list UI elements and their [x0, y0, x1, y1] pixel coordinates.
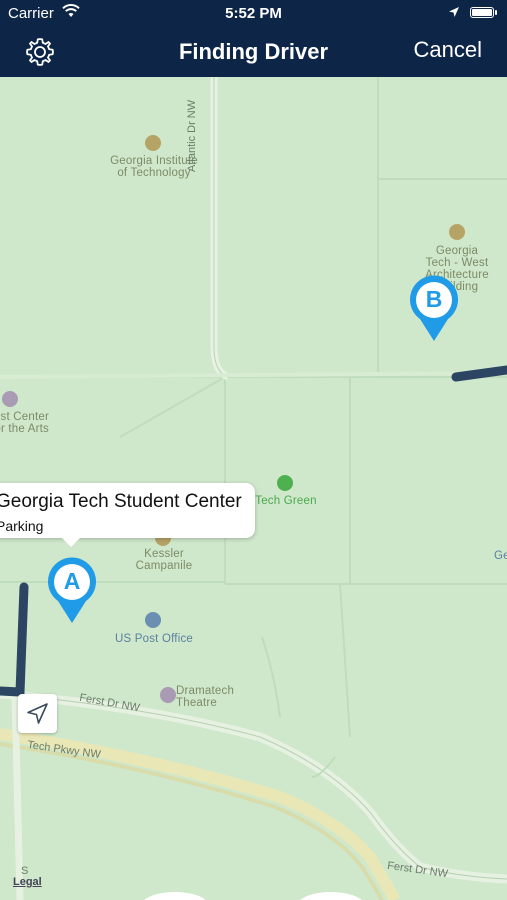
poi-arts-line2: for the Arts — [0, 423, 49, 435]
pin-b-label: B — [425, 286, 443, 312]
location-callout[interactable]: Georgia Tech Student Center Parking — [0, 483, 255, 547]
poi-west-arch-line2: Tech - West — [425, 257, 489, 269]
post-office-icon — [145, 612, 161, 628]
poi-kessler-line2: Campanile — [135, 560, 193, 572]
poi-west-arch-line1: Georgia — [435, 245, 479, 257]
university-icon — [449, 224, 465, 240]
poi-kessler-line1: Kessler — [144, 548, 184, 560]
poi-dramatech-line2: Theatre — [176, 697, 218, 709]
callout-title: Georgia Tech Student Center — [0, 491, 242, 512]
poi-tech-green: Tech Green — [255, 495, 317, 507]
poi-arts-line1: Ferst Center — [0, 411, 49, 423]
location-arrow-icon — [448, 5, 460, 22]
pin-a-label: A — [63, 568, 81, 594]
callout-subtitle: Parking — [0, 518, 44, 534]
park-icon — [277, 475, 293, 491]
poi-dramatech: Dramatech Theatre — [176, 685, 248, 709]
poi-arts-center: Ferst Center for the Arts — [0, 411, 49, 435]
theater-icon — [2, 391, 18, 407]
cancel-button[interactable]: Cancel — [414, 37, 482, 63]
battery-icon — [470, 7, 497, 18]
poi-kessler: Kessler Campanile — [125, 548, 203, 572]
location-arrow-icon — [27, 703, 48, 724]
poi-right-edge: Ge — [494, 550, 507, 562]
poi-post-office: US Post Office — [114, 633, 193, 645]
theater-icon — [160, 687, 176, 703]
poi-georgia-tech: Georgia Institute of Technology — [110, 155, 198, 179]
status-bar: Carrier 5:52 PM — [0, 0, 507, 28]
road-label-atlantic: Atlantic Dr NW — [186, 99, 198, 172]
university-icon — [145, 135, 161, 151]
status-time: 5:52 PM — [225, 5, 282, 22]
pin-a[interactable]: A — [46, 555, 98, 625]
pin-b[interactable]: B — [408, 273, 460, 343]
map-view[interactable]: Georgia Institute of Technology Georgia … — [0, 77, 507, 900]
poi-dramatech-line1: Dramatech — [176, 685, 235, 697]
locate-me-button[interactable] — [18, 694, 57, 733]
legal-link[interactable]: Legal — [13, 876, 42, 888]
nav-bar: Finding Driver Cancel — [0, 28, 507, 77]
